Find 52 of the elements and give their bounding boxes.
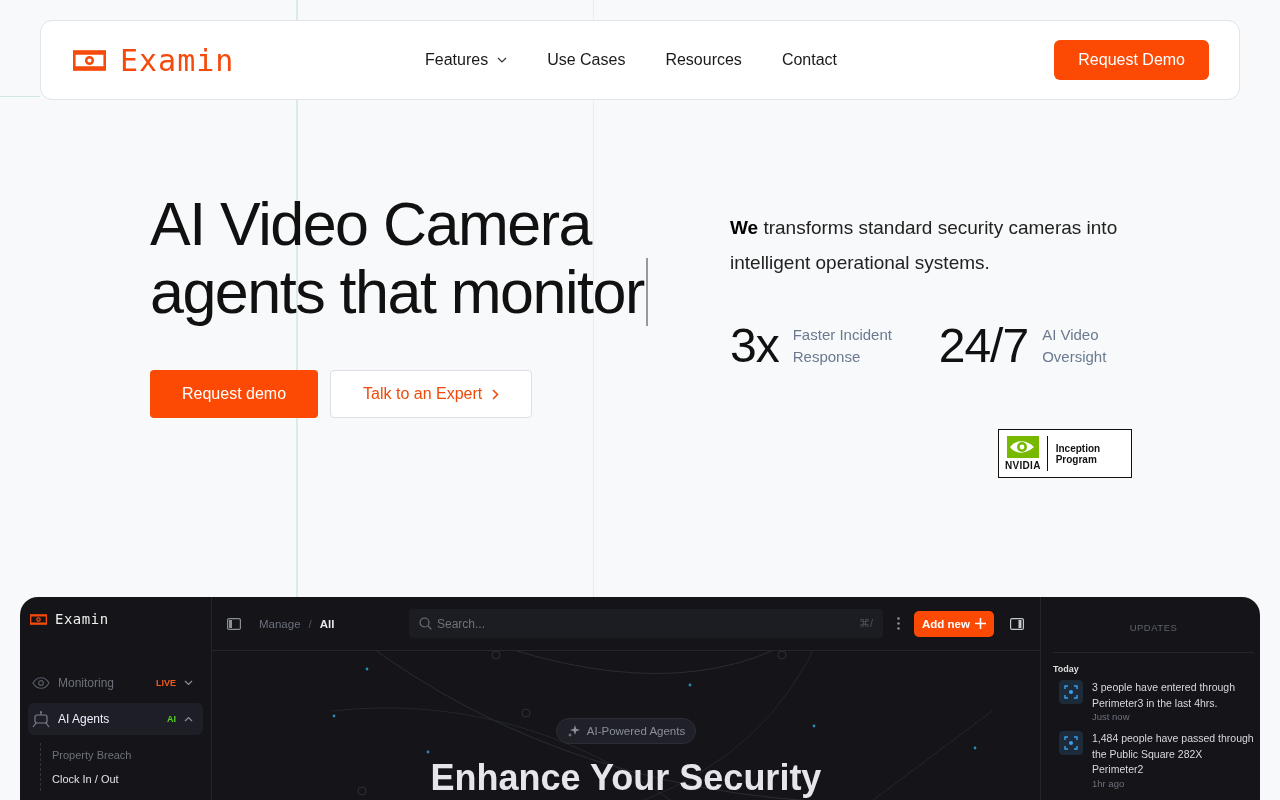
- eye-icon: [32, 676, 50, 690]
- update-message: 1,484 people have passed through the Public Square 282X Perimeter2: [1092, 731, 1254, 777]
- hero-description: We transforms standard security cameras into intelligent operational systems.: [730, 216, 1119, 275]
- nav-link[interactable]: Resources: [665, 51, 742, 69]
- plus-icon: [974, 618, 986, 629]
- request-demo-button[interactable]: Request Demo: [1054, 40, 1209, 80]
- status-tag: LIVE: [156, 678, 176, 688]
- update-message: 3 people have entered through Perimeter3 in the last 4hrs.: [1092, 680, 1237, 711]
- timestamp: Just now: [1092, 711, 1131, 722]
- logo-wordmark[interactable]: Examin: [120, 42, 235, 78]
- panel-toggle-icon: [1009, 617, 1024, 630]
- panel-title: UPDATES: [1053, 597, 1254, 653]
- add-new-button[interactable]: Add new: [914, 610, 994, 637]
- logo-icon: [73, 49, 106, 71]
- nav-link[interactable]: Use Cases: [547, 51, 626, 69]
- chevron-right-icon: [492, 388, 500, 400]
- headline: agents that monitor: [150, 258, 644, 326]
- sidebar-toggle-icon: [227, 617, 241, 630]
- status-tag: AI: [167, 714, 176, 724]
- sparkle-icon: [566, 724, 581, 738]
- stat-value: 24/7: [938, 318, 1029, 373]
- preview-heading: Enhance Your Security: [430, 756, 822, 800]
- breadcrumb-separator: /: [308, 617, 312, 630]
- sidebar-subitem[interactable]: Clock In / Out: [41, 767, 203, 791]
- stat-label: AI Video Oversight: [1042, 324, 1108, 367]
- request-demo-button[interactable]: Request demo: [150, 370, 319, 418]
- sidebar-subitem[interactable]: Property Breach: [41, 743, 203, 767]
- chevron-down-icon: [497, 57, 508, 63]
- search-icon: [419, 617, 432, 630]
- feature-pill: AI-Powered Agents: [555, 718, 697, 744]
- stat-value: 3x: [730, 318, 779, 373]
- timestamp: 1hr ago: [1092, 777, 1126, 789]
- sidebar-item[interactable]: AI Agents AI: [28, 703, 203, 735]
- keyboard-shortcut: ⌘/: [858, 617, 873, 630]
- breadcrumb-link[interactable]: Manage: [259, 617, 301, 630]
- app-logo: Examin: [55, 611, 109, 627]
- more-icon: [897, 617, 900, 630]
- robot-icon: [32, 710, 50, 728]
- talk-to-expert-button[interactable]: Talk to an Expert: [330, 370, 533, 418]
- focus-icon: [1059, 680, 1083, 704]
- focus-icon: [1059, 731, 1083, 755]
- breadcrumb-link[interactable]: All: [319, 617, 335, 630]
- eye-logo-icon: [1006, 436, 1039, 458]
- nav-link[interactable]: Features: [425, 51, 508, 69]
- sidebar-item[interactable]: Monitoring LIVE: [28, 667, 203, 699]
- partner-program: Inception Program: [1054, 442, 1102, 465]
- stat-label: Faster Incident Response: [792, 324, 893, 367]
- partner-brand: NVIDIA: [1005, 460, 1041, 471]
- logo-icon: [30, 613, 47, 625]
- group-label: Today: [1053, 664, 1080, 674]
- headline: AI Video Camera: [150, 190, 591, 258]
- nav-link[interactable]: Contact: [781, 51, 837, 69]
